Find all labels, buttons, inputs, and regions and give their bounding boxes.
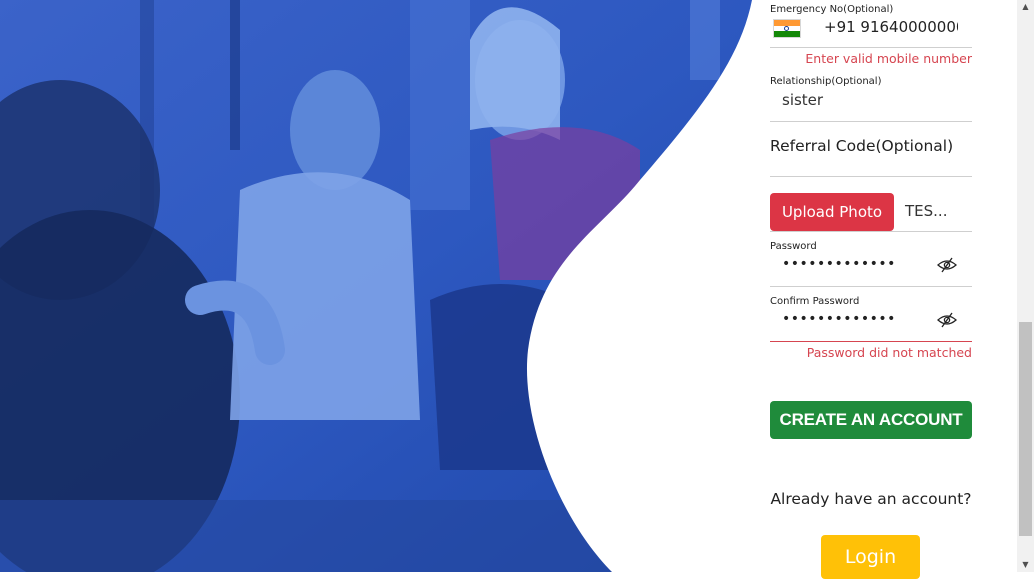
india-flag-icon[interactable] (773, 19, 801, 38)
emergency-number-label: Emergency No(Optional) (770, 4, 894, 15)
relationship-input[interactable]: sister (782, 91, 823, 109)
password-input[interactable]: ••••••••••••• (782, 256, 896, 272)
confirm-password-underline (770, 341, 972, 342)
page-scrollbar[interactable]: ▲ ▼ (1017, 0, 1034, 572)
gym-photo-illustration (0, 0, 760, 572)
already-have-account-text: Already have an account? (770, 490, 972, 508)
emergency-number-underline (770, 47, 972, 48)
emergency-number-error: Enter valid mobile number (805, 51, 972, 66)
scroll-up-arrow-icon[interactable]: ▲ (1017, 0, 1034, 14)
scroll-down-arrow-icon[interactable]: ▼ (1017, 558, 1034, 572)
login-button[interactable]: Login (821, 535, 920, 579)
eye-slash-icon[interactable] (936, 312, 958, 328)
uploaded-file-name: TES... (905, 202, 948, 220)
upload-underline (770, 231, 972, 232)
confirm-password-input[interactable]: ••••••••••••• (782, 311, 896, 327)
password-label: Password (770, 241, 817, 252)
relationship-label: Relationship(Optional) (770, 76, 882, 87)
create-account-button[interactable]: CREATE AN ACCOUNT (770, 401, 972, 439)
password-underline (770, 286, 972, 287)
relationship-underline (770, 121, 972, 122)
confirm-password-label: Confirm Password (770, 296, 860, 307)
eye-slash-icon[interactable] (936, 257, 958, 273)
referral-underline (770, 176, 972, 177)
upload-photo-button[interactable]: Upload Photo (770, 193, 894, 231)
referral-code-input[interactable]: Referral Code(Optional) (770, 134, 972, 158)
confirm-password-error: Password did not matched (806, 345, 972, 360)
signup-form: Emergency No(Optional) +91 9164000000000… (770, 0, 972, 579)
hero-image (0, 0, 760, 572)
emergency-number-input[interactable]: +91 9164000000000 (824, 18, 958, 40)
scroll-thumb[interactable] (1019, 322, 1032, 536)
